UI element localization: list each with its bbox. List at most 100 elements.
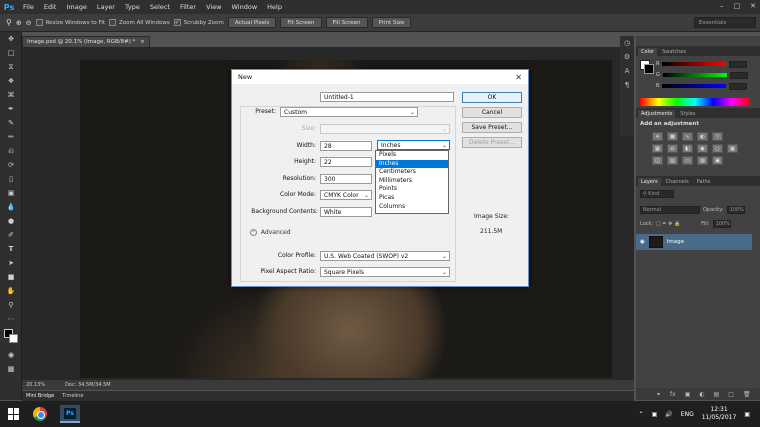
network-icon[interactable]: ▣: [652, 411, 658, 418]
history-brush-tool-icon[interactable]: ⟳: [0, 158, 22, 172]
history-panel-icon[interactable]: ◷: [620, 36, 634, 50]
scrubby-zoom-checkbox[interactable]: ✓ Scrubby Zoom: [173, 19, 224, 26]
gradient-tool-icon[interactable]: ▣: [0, 186, 22, 200]
threshold-icon[interactable]: ▭: [682, 156, 693, 165]
print-size-button[interactable]: Print Size: [371, 17, 412, 28]
blue-slider[interactable]: [662, 84, 727, 88]
resize-windows-checkbox[interactable]: Resize Windows to Fit: [35, 19, 105, 26]
black-white-icon[interactable]: ◧: [682, 144, 693, 153]
background-color-swatch[interactable]: [644, 64, 654, 74]
zoom-tool-icon[interactable]: ⚲: [6, 18, 12, 27]
menu-window[interactable]: Window: [227, 3, 263, 11]
tab-close-icon[interactable]: ×: [140, 39, 145, 45]
workspace-select[interactable]: Essentials: [694, 17, 756, 28]
photo-filter-icon[interactable]: ◉: [697, 144, 708, 153]
advanced-toggle[interactable]: ⌃ Advanced: [250, 229, 291, 236]
link-icon[interactable]: ⚭: [656, 391, 661, 398]
blue-value[interactable]: [729, 82, 748, 90]
invert-icon[interactable]: ◫: [652, 156, 663, 165]
minimize-icon[interactable]: –: [720, 2, 724, 10]
document-tab[interactable]: Image.psd @ 20.1% (Image, RGB/8#) * ×: [22, 36, 150, 47]
hand-tool-icon[interactable]: ✋: [0, 284, 22, 298]
lasso-tool-icon[interactable]: ⧖: [0, 60, 22, 74]
close-icon[interactable]: ✕: [750, 2, 756, 10]
unit-option-inches[interactable]: Inches: [376, 159, 448, 169]
group-icon[interactable]: ▤: [714, 391, 720, 398]
levels-icon[interactable]: ▩: [667, 132, 678, 141]
menu-filter[interactable]: Filter: [175, 3, 201, 11]
shape-tool-icon[interactable]: ■: [0, 270, 22, 284]
tab-color[interactable]: Color: [638, 48, 658, 56]
menu-select[interactable]: Select: [145, 3, 175, 11]
layer-row[interactable]: ◉ Image: [636, 234, 752, 250]
adjustment-layer-icon[interactable]: ◐: [699, 391, 704, 398]
save-preset-button[interactable]: Save Preset...: [462, 122, 522, 133]
color-mode-select[interactable]: CMYK Color ⌄: [320, 190, 372, 200]
hue-saturation-icon[interactable]: ▦: [652, 144, 663, 153]
photoshop-taskbar-icon[interactable]: Ps: [60, 405, 80, 423]
trash-icon[interactable]: 🗑: [743, 391, 751, 398]
preset-select[interactable]: Custom ⌄: [280, 107, 418, 117]
quick-mask-icon[interactable]: ◉: [0, 348, 22, 362]
windows-start-icon[interactable]: [8, 408, 20, 420]
brightness-contrast-icon[interactable]: ☀: [652, 132, 663, 141]
unit-option-centimeters[interactable]: Centimeters: [376, 168, 448, 177]
brush-tool-icon[interactable]: ✏: [0, 130, 22, 144]
fill-field[interactable]: 100%: [712, 219, 731, 228]
fx-icon[interactable]: fx: [670, 391, 676, 398]
resolution-input[interactable]: 300: [320, 174, 372, 184]
pixel-aspect-select[interactable]: Square Pixels ⌄: [320, 267, 450, 277]
character-panel-icon[interactable]: A: [620, 64, 634, 78]
green-value[interactable]: [729, 71, 748, 79]
quick-select-tool-icon[interactable]: ❖: [0, 74, 22, 88]
tab-channels[interactable]: Channels: [663, 178, 692, 186]
volume-icon[interactable]: 🔊: [665, 411, 672, 418]
tab-swatches[interactable]: Swatches: [659, 48, 689, 56]
marquee-tool-icon[interactable]: □: [0, 46, 22, 60]
green-slider[interactable]: [662, 73, 727, 77]
chevron-up-icon[interactable]: ⌃: [639, 411, 644, 418]
zoom-in-icon[interactable]: ⊕: [16, 19, 22, 27]
name-input[interactable]: Untitled-1: [320, 92, 454, 102]
maximize-icon[interactable]: □: [734, 2, 741, 10]
color-balance-icon[interactable]: ⚖: [667, 144, 678, 153]
menu-help[interactable]: Help: [262, 3, 287, 11]
mask-icon[interactable]: ▣: [685, 391, 691, 398]
eyedropper-tool-icon[interactable]: ✒: [0, 102, 22, 116]
color-profile-select[interactable]: U.S. Web Coated (SWOP) v2 ⌄: [320, 251, 450, 261]
new-layer-icon[interactable]: □: [728, 391, 734, 398]
selective-color-icon[interactable]: ▣: [712, 156, 723, 165]
blend-mode-select[interactable]: Normal: [640, 205, 700, 214]
paragraph-panel-icon[interactable]: ¶: [620, 78, 634, 92]
background-contents-select[interactable]: White: [320, 207, 372, 217]
zoom-tool-side-icon[interactable]: ⚲: [0, 298, 22, 312]
delete-preset-button[interactable]: Delete Preset...: [462, 137, 522, 148]
zoom-out-icon[interactable]: ⊖: [26, 19, 32, 27]
crop-tool-icon[interactable]: ⌘: [0, 88, 22, 102]
tab-styles[interactable]: Styles: [677, 110, 698, 118]
zoom-all-checkbox[interactable]: Zoom All Windows: [109, 19, 170, 26]
menu-type[interactable]: Type: [120, 3, 145, 11]
menu-edit[interactable]: Edit: [39, 3, 62, 11]
eraser-tool-icon[interactable]: ▯: [0, 172, 22, 186]
menu-image[interactable]: Image: [61, 3, 91, 11]
unit-option-millimeters[interactable]: Millimeters: [376, 177, 448, 186]
unit-option-columns[interactable]: Columns: [376, 203, 448, 212]
menu-file[interactable]: File: [18, 3, 39, 11]
dodge-tool-icon[interactable]: ●: [0, 214, 22, 228]
fill-screen-button[interactable]: Fill Screen: [325, 17, 368, 28]
curves-icon[interactable]: ∿: [682, 132, 693, 141]
properties-panel-icon[interactable]: ⚙: [620, 50, 634, 64]
menu-layer[interactable]: Layer: [92, 3, 120, 11]
height-input[interactable]: 22: [320, 157, 372, 167]
red-value[interactable]: [729, 60, 748, 68]
stamp-tool-icon[interactable]: ⎌: [0, 144, 22, 158]
ok-button[interactable]: OK: [462, 92, 522, 103]
language-indicator[interactable]: ENG: [681, 411, 694, 418]
more-tools-icon[interactable]: ⋯: [0, 312, 22, 326]
fit-screen-button[interactable]: Fit Screen: [280, 17, 322, 28]
layer-kind-select[interactable]: ⚲ Kind: [640, 189, 674, 198]
screen-mode-icon[interactable]: ▩: [0, 362, 22, 376]
red-slider[interactable]: [662, 62, 727, 66]
tab-layers[interactable]: Layers: [638, 178, 661, 186]
